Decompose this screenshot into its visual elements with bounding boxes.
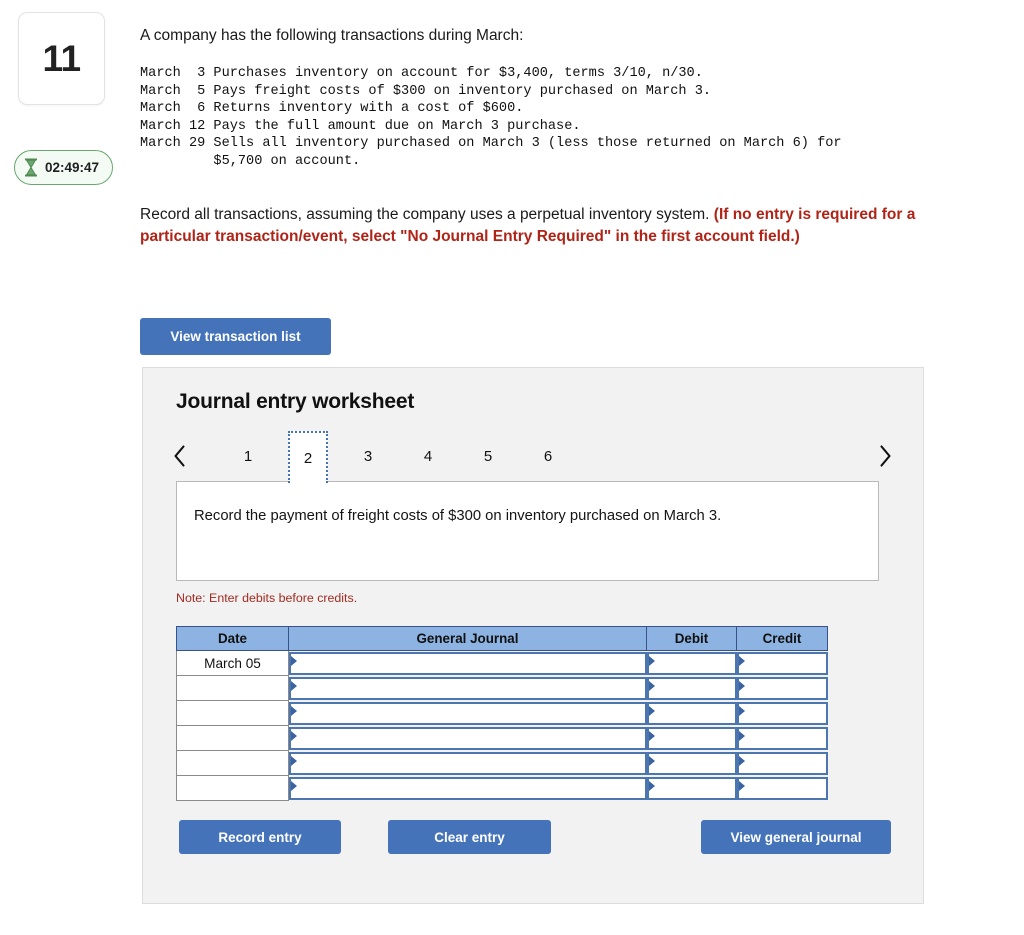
general-journal-cell-2 bbox=[288, 675, 647, 701]
credit-input-5[interactable] bbox=[736, 751, 828, 775]
debit-cell-5 bbox=[646, 750, 737, 776]
general-journal-cell-6 bbox=[288, 775, 647, 801]
general-journal-input-5[interactable] bbox=[289, 751, 647, 775]
table-row bbox=[176, 725, 828, 751]
debit-input-2[interactable] bbox=[646, 676, 737, 700]
table-row bbox=[176, 700, 828, 726]
general-journal-input-3[interactable] bbox=[289, 701, 647, 725]
view-general-journal-button[interactable]: View general journal bbox=[701, 820, 891, 854]
debit-cell-3 bbox=[646, 700, 737, 726]
worksheet-tab-1[interactable]: 1 bbox=[228, 431, 268, 481]
table-row bbox=[176, 675, 828, 701]
journal-entry-worksheet-panel: Journal entry worksheet 1 2 3 4 5 6 Reco… bbox=[142, 367, 924, 904]
credit-cell-6 bbox=[736, 775, 828, 801]
debit-cell-1 bbox=[646, 650, 737, 676]
credit-input-6[interactable] bbox=[736, 776, 828, 800]
left-rail: 11 02:49:47 bbox=[0, 0, 130, 935]
worksheet-prompt-text: Record the payment of freight costs of $… bbox=[194, 508, 722, 524]
question-number: 11 bbox=[42, 38, 81, 79]
credit-cell-5 bbox=[736, 750, 828, 776]
debits-before-credits-note: Note: Enter debits before credits. bbox=[176, 591, 358, 605]
column-header-debit: Debit bbox=[646, 626, 737, 651]
date-cell-1: March 05 bbox=[176, 650, 289, 676]
view-transaction-list-button[interactable]: View transaction list bbox=[140, 318, 331, 355]
general-journal-input-1[interactable] bbox=[289, 651, 647, 675]
debit-input-5[interactable] bbox=[646, 751, 737, 775]
credit-input-3[interactable] bbox=[736, 701, 828, 725]
worksheet-title: Journal entry worksheet bbox=[176, 390, 415, 413]
timer-badge: 02:49:47 bbox=[14, 150, 114, 185]
worksheet-tab-3[interactable]: 3 bbox=[348, 431, 388, 481]
credit-cell-1 bbox=[736, 650, 828, 676]
next-tab-button[interactable] bbox=[872, 441, 898, 471]
worksheet-tab-2[interactable]: 2 bbox=[288, 431, 328, 483]
credit-cell-2 bbox=[736, 675, 828, 701]
date-cell-5 bbox=[176, 750, 289, 776]
credit-input-4[interactable] bbox=[736, 726, 828, 750]
general-journal-cell-3 bbox=[288, 700, 647, 726]
worksheet-tab-5[interactable]: 5 bbox=[468, 431, 508, 481]
table-row bbox=[176, 750, 828, 776]
timer-value: 02:49:47 bbox=[45, 160, 100, 175]
worksheet-tabstrip: 1 2 3 4 5 6 bbox=[166, 431, 906, 483]
date-cell-6 bbox=[176, 775, 289, 801]
debit-cell-2 bbox=[646, 675, 737, 701]
worksheet-tab-4[interactable]: 4 bbox=[408, 431, 448, 481]
debit-input-1[interactable] bbox=[646, 651, 737, 675]
general-journal-cell-1 bbox=[288, 650, 647, 676]
debit-cell-6 bbox=[646, 775, 737, 801]
date-cell-4 bbox=[176, 725, 289, 751]
main-content: A company has the following transactions… bbox=[140, 0, 1024, 904]
general-journal-cell-5 bbox=[288, 750, 647, 776]
record-entry-button[interactable]: Record entry bbox=[179, 820, 341, 854]
prev-tab-button[interactable] bbox=[166, 441, 192, 471]
column-header-credit: Credit bbox=[736, 626, 828, 651]
credit-input-2[interactable] bbox=[736, 676, 828, 700]
general-journal-cell-4 bbox=[288, 725, 647, 751]
table-row bbox=[176, 775, 828, 801]
general-journal-input-2[interactable] bbox=[289, 676, 647, 700]
credit-input-1[interactable] bbox=[736, 651, 828, 675]
hourglass-icon bbox=[24, 158, 38, 177]
worksheet-prompt-box: Record the payment of freight costs of $… bbox=[176, 481, 879, 581]
date-cell-3 bbox=[176, 700, 289, 726]
column-header-date: Date bbox=[176, 626, 289, 651]
journal-entry-table: Date General Journal Debit Credit March … bbox=[176, 626, 828, 801]
question-number-box: 11 bbox=[18, 12, 105, 105]
table-header-row: Date General Journal Debit Credit bbox=[176, 626, 828, 651]
credit-cell-4 bbox=[736, 725, 828, 751]
credit-cell-3 bbox=[736, 700, 828, 726]
intro-text: A company has the following transactions… bbox=[140, 27, 524, 44]
clear-entry-button[interactable]: Clear entry bbox=[388, 820, 551, 854]
question-page: 11 02:49:47 A company has the following … bbox=[0, 0, 1024, 935]
worksheet-tab-6[interactable]: 6 bbox=[528, 431, 568, 481]
instruction-black: Record all transactions, assuming the co… bbox=[140, 206, 714, 224]
debit-input-6[interactable] bbox=[646, 776, 737, 800]
instruction-text: Record all transactions, assuming the co… bbox=[140, 204, 978, 247]
general-journal-input-6[interactable] bbox=[289, 776, 647, 800]
debit-input-4[interactable] bbox=[646, 726, 737, 750]
transaction-list-text: March 3 Purchases inventory on account f… bbox=[140, 65, 842, 169]
debit-cell-4 bbox=[646, 725, 737, 751]
general-journal-input-4[interactable] bbox=[289, 726, 647, 750]
date-cell-2 bbox=[176, 675, 289, 701]
column-header-general-journal: General Journal bbox=[288, 626, 647, 651]
table-row: March 05 bbox=[176, 650, 828, 676]
debit-input-3[interactable] bbox=[646, 701, 737, 725]
